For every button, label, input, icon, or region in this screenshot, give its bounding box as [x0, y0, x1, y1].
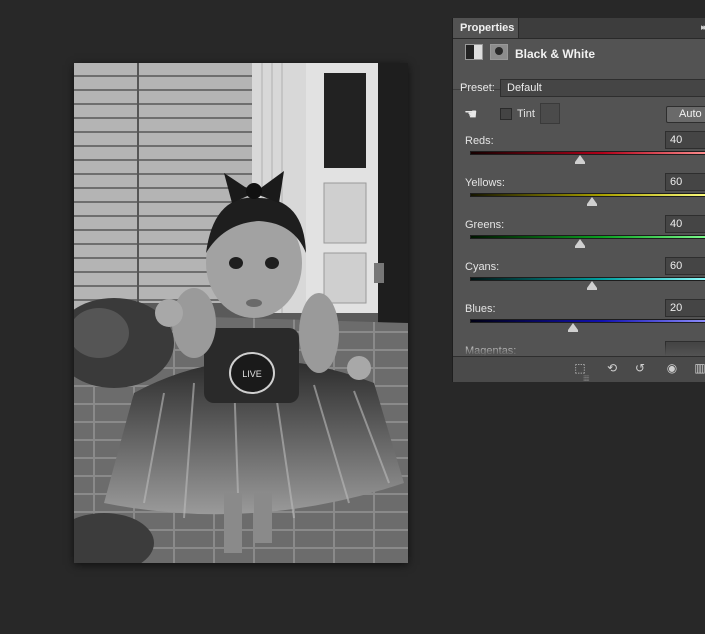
- slider-track[interactable]: [470, 235, 705, 239]
- scroll-fade: [453, 344, 705, 356]
- panel-menu-icon[interactable]: ▸▸: [701, 22, 705, 33]
- tint-color-swatch[interactable]: [540, 103, 560, 124]
- slider-value-input[interactable]: 40: [665, 215, 705, 233]
- trash-icon[interactable]: ▥: [691, 361, 705, 375]
- slider-block: Reds: 40: [453, 131, 705, 177]
- tab-properties[interactable]: Properties: [453, 18, 519, 38]
- slider-thumb[interactable]: [587, 197, 598, 206]
- preset-dropdown[interactable]: Default: [500, 79, 705, 97]
- slider-thumb[interactable]: [575, 239, 586, 248]
- adjustment-title: Black & White: [515, 47, 596, 61]
- slider-thumb[interactable]: [568, 323, 579, 332]
- slider-block: Yellows: 60: [453, 173, 705, 219]
- visibility-eye-icon[interactable]: ◉: [663, 361, 681, 375]
- tint-label: Tint: [517, 108, 535, 120]
- document-canvas-photo: LIVE: [74, 63, 408, 563]
- view-previous-state-icon[interactable]: ⟲: [603, 361, 621, 375]
- slider-value-input[interactable]: 60: [665, 173, 705, 191]
- slider-thumb[interactable]: [587, 281, 598, 290]
- panel-tabbar: Properties ▸▸: [453, 18, 705, 39]
- properties-panel: Properties ▸▸ Black & White Preset: Defa…: [452, 18, 705, 382]
- slider-thumb[interactable]: [575, 155, 586, 164]
- resize-grip-icon[interactable]: ⁞⁞⁞⁞⁞⁞: [583, 376, 590, 382]
- slider-track[interactable]: [470, 151, 705, 155]
- clip-to-layer-icon[interactable]: ⬚: [571, 361, 589, 375]
- photo-image: LIVE: [74, 63, 408, 563]
- adjustment-layer-icon[interactable]: [465, 44, 483, 60]
- slider-value-input[interactable]: 60: [665, 257, 705, 275]
- slider-label: Yellows:: [465, 177, 505, 189]
- slider-value-input[interactable]: 20: [665, 299, 705, 317]
- slider-track[interactable]: [470, 319, 705, 323]
- slider-block: Blues: 20: [453, 299, 705, 345]
- slider-label: Cyans:: [465, 261, 500, 273]
- slider-label: Reds:: [465, 135, 494, 147]
- auto-button[interactable]: Auto: [666, 106, 705, 123]
- reset-icon[interactable]: ↺: [631, 361, 649, 375]
- layer-mask-icon[interactable]: [490, 44, 508, 60]
- slider-block: Greens: 40: [453, 215, 705, 261]
- preset-label: Preset:: [460, 82, 495, 94]
- shirt-text: LIVE: [242, 369, 262, 379]
- slider-label: Blues:: [465, 303, 496, 315]
- slider-label: Greens:: [465, 219, 505, 231]
- panel-footer: ⬚ ⟲ ↺ ◉ ▥ ⁞⁞⁞⁞⁞⁞: [453, 356, 705, 382]
- slider-value-input[interactable]: 40: [665, 131, 705, 149]
- targeted-adjustment-hand-icon[interactable]: ☚: [464, 106, 482, 124]
- slider-block: Cyans: 60: [453, 257, 705, 303]
- tint-checkbox[interactable]: [500, 108, 512, 120]
